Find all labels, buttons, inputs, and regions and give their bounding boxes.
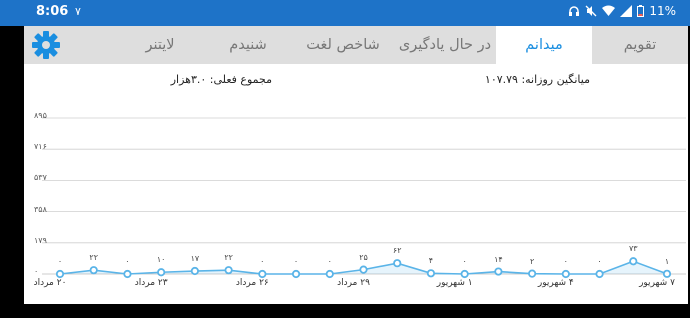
signal-icon: [620, 5, 633, 17]
data-label: ۱۷: [190, 254, 200, 264]
y-tick-label: ۰: [34, 267, 39, 276]
wifi-icon: [602, 5, 616, 16]
mute-icon: [585, 5, 597, 17]
tab-bar: تقویم میدانم در حال یادگیری شاخص لغت شنی…: [24, 26, 688, 64]
data-label: ۰: [125, 257, 130, 266]
data-label: ۰: [563, 257, 568, 266]
gear-icon[interactable]: [30, 29, 62, 61]
x-tick-label: ۱ شهریور: [436, 278, 473, 288]
data-label: ۰: [327, 257, 332, 266]
data-point[interactable]: [662, 269, 672, 278]
data-point[interactable]: [291, 269, 301, 279]
data-point[interactable]: [595, 269, 604, 279]
y-tick-label: ۸۹۵: [34, 111, 47, 120]
tab-know[interactable]: میدانم: [496, 26, 592, 64]
tab-word-index[interactable]: شاخص لغت: [292, 26, 394, 64]
status-icons: 11%: [568, 4, 676, 18]
data-point[interactable]: [460, 269, 469, 279]
data-point[interactable]: [190, 266, 199, 276]
notification-icon: ۷: [75, 5, 81, 18]
data-label: ۲۲: [224, 253, 233, 263]
data-point[interactable]: [528, 269, 537, 278]
x-tick-label: ۲۰ مرداد: [33, 278, 67, 288]
data-label: ۷۳: [628, 244, 638, 254]
data-point[interactable]: [629, 257, 638, 266]
data-label: ۴: [428, 256, 434, 266]
x-tick-label: ۲۳ مرداد: [134, 278, 168, 288]
status-bar: 8:06 ۷ 11%: [0, 0, 690, 26]
data-point[interactable]: [157, 268, 166, 277]
data-label: ۱۰: [156, 255, 166, 265]
data-point[interactable]: [561, 269, 570, 279]
chart-panel: میانگین روزانه: ۱۰۷.۷۹ مجموع فعلی: ۳.۰هز…: [24, 64, 688, 304]
data-point[interactable]: [426, 269, 436, 278]
data-point[interactable]: [258, 269, 267, 279]
battery-percent: 11%: [649, 4, 676, 18]
y-tick-label: ۱۷۹: [34, 235, 47, 245]
tab-learning[interactable]: در حال یادگیری: [394, 26, 496, 64]
y-tick-label: ۷۱۶: [34, 142, 47, 152]
data-label: ۰: [597, 257, 602, 266]
nav-area: [0, 304, 690, 318]
data-point[interactable]: [123, 269, 132, 279]
data-point[interactable]: [359, 265, 368, 274]
data-label: ۲۵: [359, 252, 368, 262]
app-screen: تقویم میدانم در حال یادگیری شاخص لغت شنی…: [24, 26, 688, 304]
tab-calendar[interactable]: تقویم: [592, 26, 688, 64]
tab-heard[interactable]: شنیدم: [204, 26, 292, 64]
x-tick-label: ۲۶ مرداد: [235, 278, 269, 288]
headphones-icon: [569, 6, 580, 16]
data-point[interactable]: [494, 267, 503, 276]
line-chart: [42, 117, 686, 279]
data-point[interactable]: [393, 259, 402, 268]
data-label: ۲: [529, 256, 535, 266]
battery-icon: [637, 5, 645, 17]
data-label: ۰: [57, 257, 63, 266]
data-label: ۰: [293, 257, 299, 266]
data-point[interactable]: [325, 269, 334, 279]
tab-leitner[interactable]: لایتنر: [116, 26, 204, 64]
data-label: ۰: [260, 257, 265, 266]
data-point[interactable]: [89, 266, 98, 275]
data-label: ۲۲: [89, 253, 99, 263]
x-tick-label: ۲۹ مرداد: [337, 278, 370, 288]
x-tick-label: ۷ شهریور: [639, 278, 675, 288]
data-point[interactable]: [224, 266, 233, 275]
data-point[interactable]: [55, 269, 65, 279]
y-tick-label: ۳۵۸: [34, 204, 47, 214]
data-label: ۱: [664, 256, 670, 266]
y-tick-label: ۵۳۷: [34, 173, 47, 183]
x-tick-label: ۴ شهریور: [537, 278, 574, 288]
data-label: ۶۲: [392, 246, 402, 256]
clock: 8:06: [36, 4, 69, 19]
data-label: ۰: [462, 257, 467, 266]
data-label: ۱۴: [494, 254, 503, 264]
